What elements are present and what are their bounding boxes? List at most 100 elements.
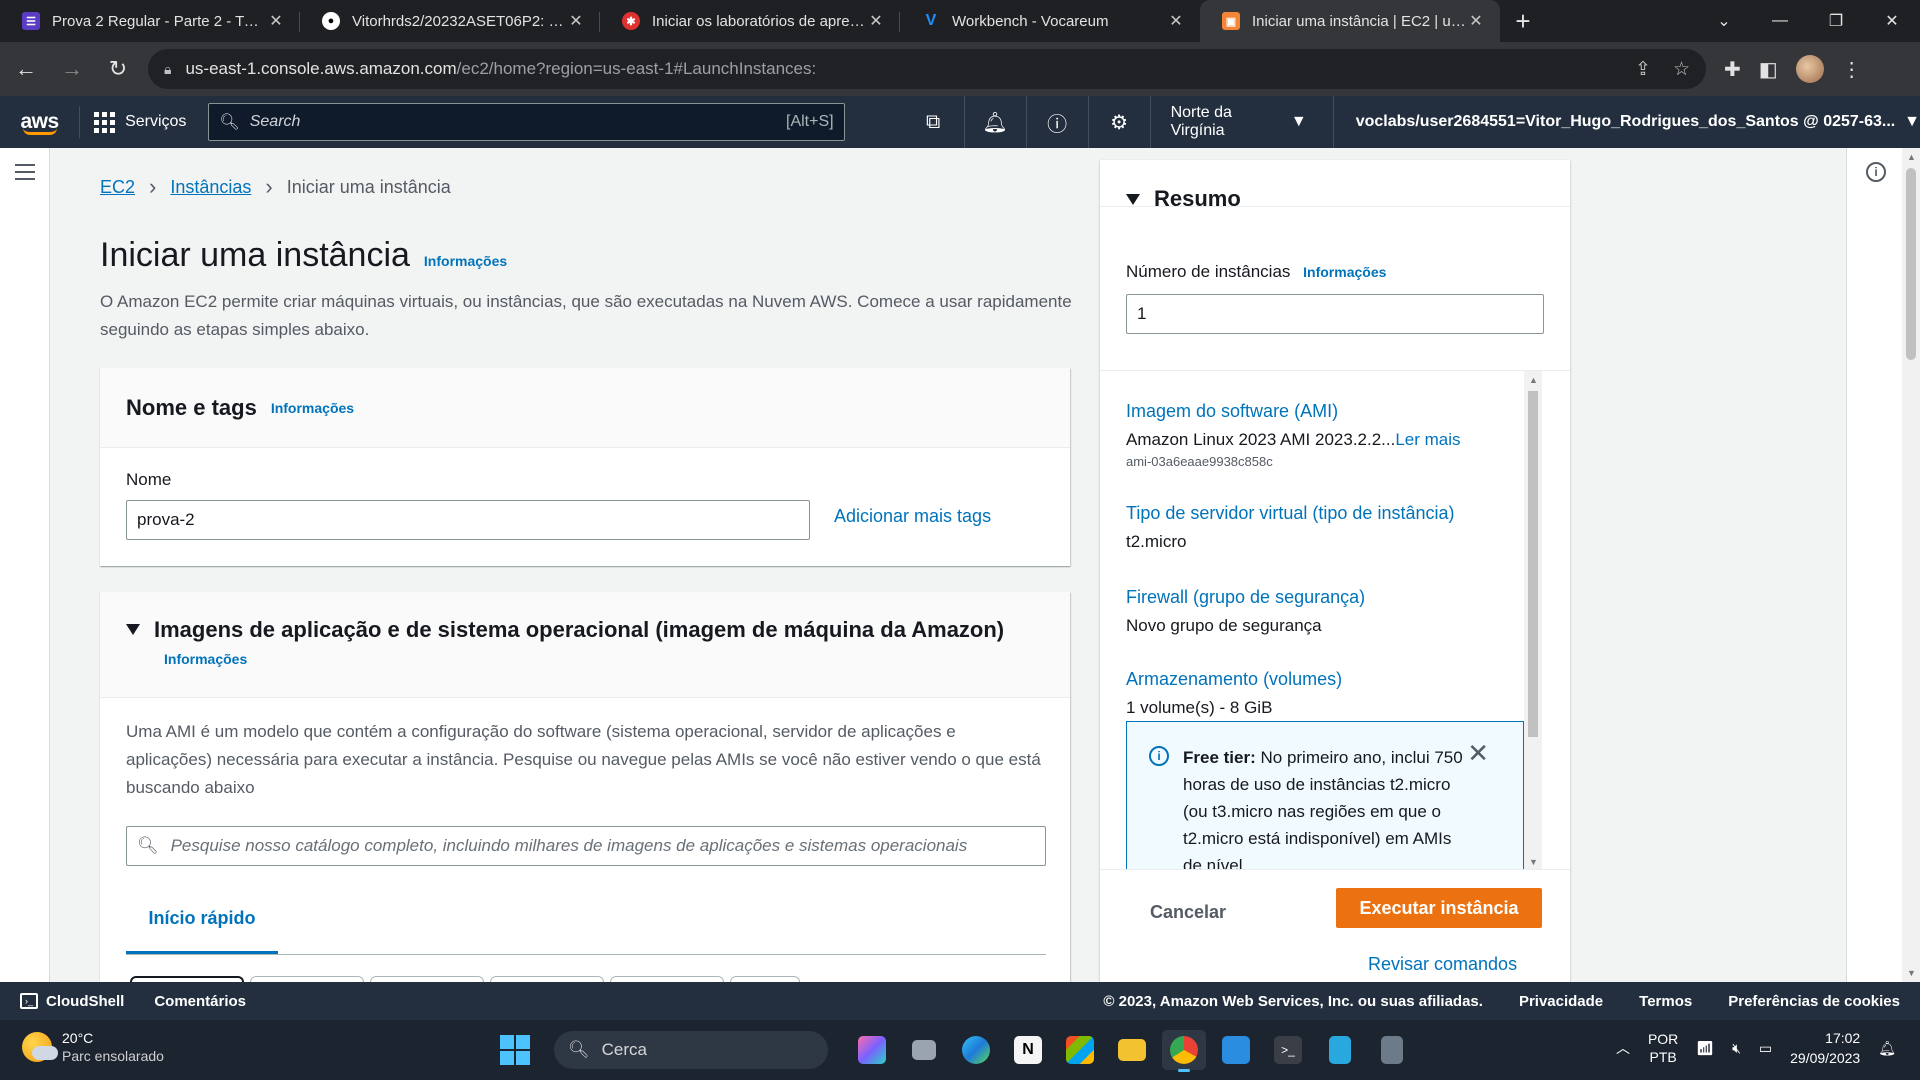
cloudshell-button[interactable]: ›_ CloudShell [0, 993, 124, 1010]
taskbar-search[interactable]: 🔍︎ Cerca [554, 1031, 828, 1069]
info-panel-icon[interactable]: i [1866, 162, 1886, 182]
restore-button[interactable]: ❐ [1808, 0, 1864, 42]
services-menu[interactable]: Serviços [80, 96, 200, 148]
extensions-icon[interactable]: ✚ [1724, 57, 1741, 82]
chrome-icon[interactable] [1162, 1030, 1206, 1072]
add-more-tags-link[interactable]: Adicionar mais tags [834, 506, 991, 527]
breadcrumb: EC2 › Instâncias › Iniciar uma instância [100, 174, 451, 200]
windows-start-icon[interactable] [500, 1035, 530, 1065]
menu-icon[interactable]: ⋮ [1842, 57, 1862, 82]
browser-tab[interactable]: ✱ Iniciar os laboratórios de aprend ✕ [600, 0, 900, 42]
edge-icon[interactable] [954, 1030, 998, 1070]
forward-button[interactable]: → [52, 49, 92, 89]
share-icon[interactable]: ⇪ [1635, 58, 1651, 81]
terms-link[interactable]: Termos [1639, 993, 1692, 1010]
new-tab-button[interactable]: + [1500, 0, 1546, 42]
ami-value: Amazon Linux 2023 AMI 2023.2.2... [1126, 430, 1396, 449]
name-input-value: prova-2 [137, 510, 195, 529]
firewall-link[interactable]: Firewall (grupo de segurança) [1126, 587, 1365, 608]
browser-tab[interactable]: ☰ Prova 2 Regular - Parte 2 - Turm ✕ [0, 0, 300, 42]
cloudshell-icon[interactable]: ⧉ [903, 96, 965, 148]
weather-condition: Parc ensolarado [62, 1048, 164, 1064]
date: 29/09/2023 [1790, 1050, 1861, 1066]
ami-search-input[interactable]: 🔍︎ Pesquise nosso catálogo completo, inc… [126, 826, 1046, 866]
tab-search-icon[interactable]: ⌄ [1696, 0, 1752, 42]
bookmark-star-icon[interactable]: ☆ [1673, 58, 1690, 81]
task-view-icon[interactable] [902, 1030, 946, 1070]
copilot-icon[interactable] [850, 1030, 894, 1070]
breadcrumb-instances[interactable]: Instâncias [170, 177, 251, 198]
store-icon[interactable] [1058, 1030, 1102, 1070]
firewall-value: Novo grupo de segurança [1126, 616, 1322, 635]
info-link[interactable]: Informações [1303, 264, 1386, 280]
launch-instance-button[interactable]: Executar instância [1336, 888, 1542, 928]
calculator-icon[interactable] [1370, 1030, 1414, 1070]
reload-button[interactable]: ↻ [98, 49, 138, 89]
close-tab-icon[interactable]: ✕ [1466, 11, 1486, 31]
cancel-button[interactable]: Cancelar [1150, 902, 1226, 923]
instance-type-link[interactable]: Tipo de servidor virtual (tipo de instân… [1126, 503, 1454, 524]
settings-gear-icon[interactable]: ⚙ [1089, 96, 1151, 148]
breadcrumb-ec2[interactable]: EC2 [100, 177, 135, 198]
wifi-icon[interactable]: 📶︎ [1696, 1040, 1714, 1057]
close-tab-icon[interactable]: ✕ [266, 11, 286, 31]
close-tab-icon[interactable]: ✕ [866, 11, 886, 31]
clock[interactable]: 17:02 29/09/2023 [1790, 1028, 1860, 1068]
cookie-preferences-link[interactable]: Preferências de cookies [1728, 993, 1900, 1010]
feedback-link[interactable]: Comentários [154, 993, 246, 1010]
tab-title: Vitorhrds2/20232ASET06P2: Inte [352, 12, 566, 30]
read-more-link[interactable]: Ler mais [1395, 430, 1460, 449]
address-bar[interactable]: 🔒︎ us-east-1.console.aws.amazon.com/ec2/… [148, 49, 1706, 89]
close-tab-icon[interactable]: ✕ [1166, 11, 1186, 31]
windows-taskbar: 20°C Parc ensolarado 🔍︎ Cerca N >_ ︿ POR… [0, 1020, 1920, 1080]
tab-quick-start[interactable]: Início rápido [126, 908, 278, 954]
notepad-icon[interactable] [1318, 1030, 1362, 1070]
account-menu[interactable]: voclabs/user2684551=Vitor_Hugo_Rodrigues… [1334, 113, 1920, 131]
browser-tab[interactable]: ● Vitorhrds2/20232ASET06P2: Inte ✕ [300, 0, 600, 42]
back-button[interactable]: ← [6, 49, 46, 89]
close-window-button[interactable]: ✕ [1864, 0, 1920, 42]
info-link[interactable]: Informações [424, 253, 507, 269]
side-panel-icon[interactable]: ◧ [1759, 57, 1778, 82]
summary-scrollbar[interactable]: ▲ ▼ [1524, 371, 1542, 869]
info-link[interactable]: Informações [164, 651, 247, 667]
profile-avatar[interactable] [1795, 55, 1824, 83]
vscode-icon[interactable] [1214, 1030, 1258, 1070]
storage-value: 1 volume(s) - 8 GiB [1126, 698, 1273, 717]
close-icon[interactable]: ✕ [1467, 740, 1489, 767]
grid-icon [94, 111, 116, 133]
weather-widget[interactable]: 20°C Parc ensolarado [22, 1030, 164, 1064]
region-selector[interactable]: Norte da Virgínia ▼ [1151, 96, 1334, 148]
privacy-link[interactable]: Privacidade [1519, 993, 1603, 1010]
info-link[interactable]: Informações [271, 400, 354, 416]
region-label: Norte da Virgínia [1170, 104, 1232, 139]
notifications-bell-icon[interactable]: 🔔︎ [965, 96, 1027, 148]
chevron-up-icon[interactable]: ︿ [1616, 1038, 1630, 1058]
review-commands-link[interactable]: Revisar comandos [1368, 954, 1517, 975]
summary-title: Resumo [1154, 186, 1241, 211]
hamburger-menu-icon[interactable] [15, 164, 35, 185]
language-indicator[interactable]: POR PTB [1648, 1030, 1678, 1066]
num-instances-label: Número de instâncias [1126, 262, 1291, 281]
close-tab-icon[interactable]: ✕ [566, 11, 586, 31]
file-explorer-icon[interactable] [1110, 1030, 1154, 1070]
ami-link[interactable]: Imagem do software (AMI) [1126, 401, 1461, 422]
search-icon: 🔍︎ [568, 1040, 590, 1059]
storage-link[interactable]: Armazenamento (volumes) [1126, 669, 1342, 690]
browser-tab[interactable]: V Workbench - Vocareum ✕ [900, 0, 1200, 42]
battery-icon[interactable]: ▭ [1759, 1040, 1772, 1057]
search-input[interactable]: 🔍︎ Search [Alt+S] [208, 103, 845, 141]
volume-muted-icon[interactable]: 🔇︎ [1732, 1040, 1741, 1057]
minimize-button[interactable]: — [1752, 0, 1808, 42]
num-instances-input[interactable]: 1 [1126, 294, 1544, 334]
browser-tab-active[interactable]: ▣ Iniciar uma instância | EC2 | us-e ✕ [1200, 0, 1500, 42]
aws-logo[interactable]: aws [0, 96, 79, 148]
collapse-caret-icon[interactable] [1126, 193, 1140, 205]
page-scrollbar[interactable]: ▲ ▼ [1902, 148, 1920, 982]
collapse-caret-icon[interactable] [126, 624, 140, 635]
notifications-bell-icon[interactable]: 🔔︎ [1878, 1040, 1896, 1057]
terminal-icon[interactable]: >_ [1266, 1030, 1310, 1070]
name-input[interactable]: prova-2 [126, 500, 810, 540]
help-icon[interactable]: ⓘ [1027, 96, 1089, 148]
notion-icon[interactable]: N [1006, 1030, 1050, 1070]
